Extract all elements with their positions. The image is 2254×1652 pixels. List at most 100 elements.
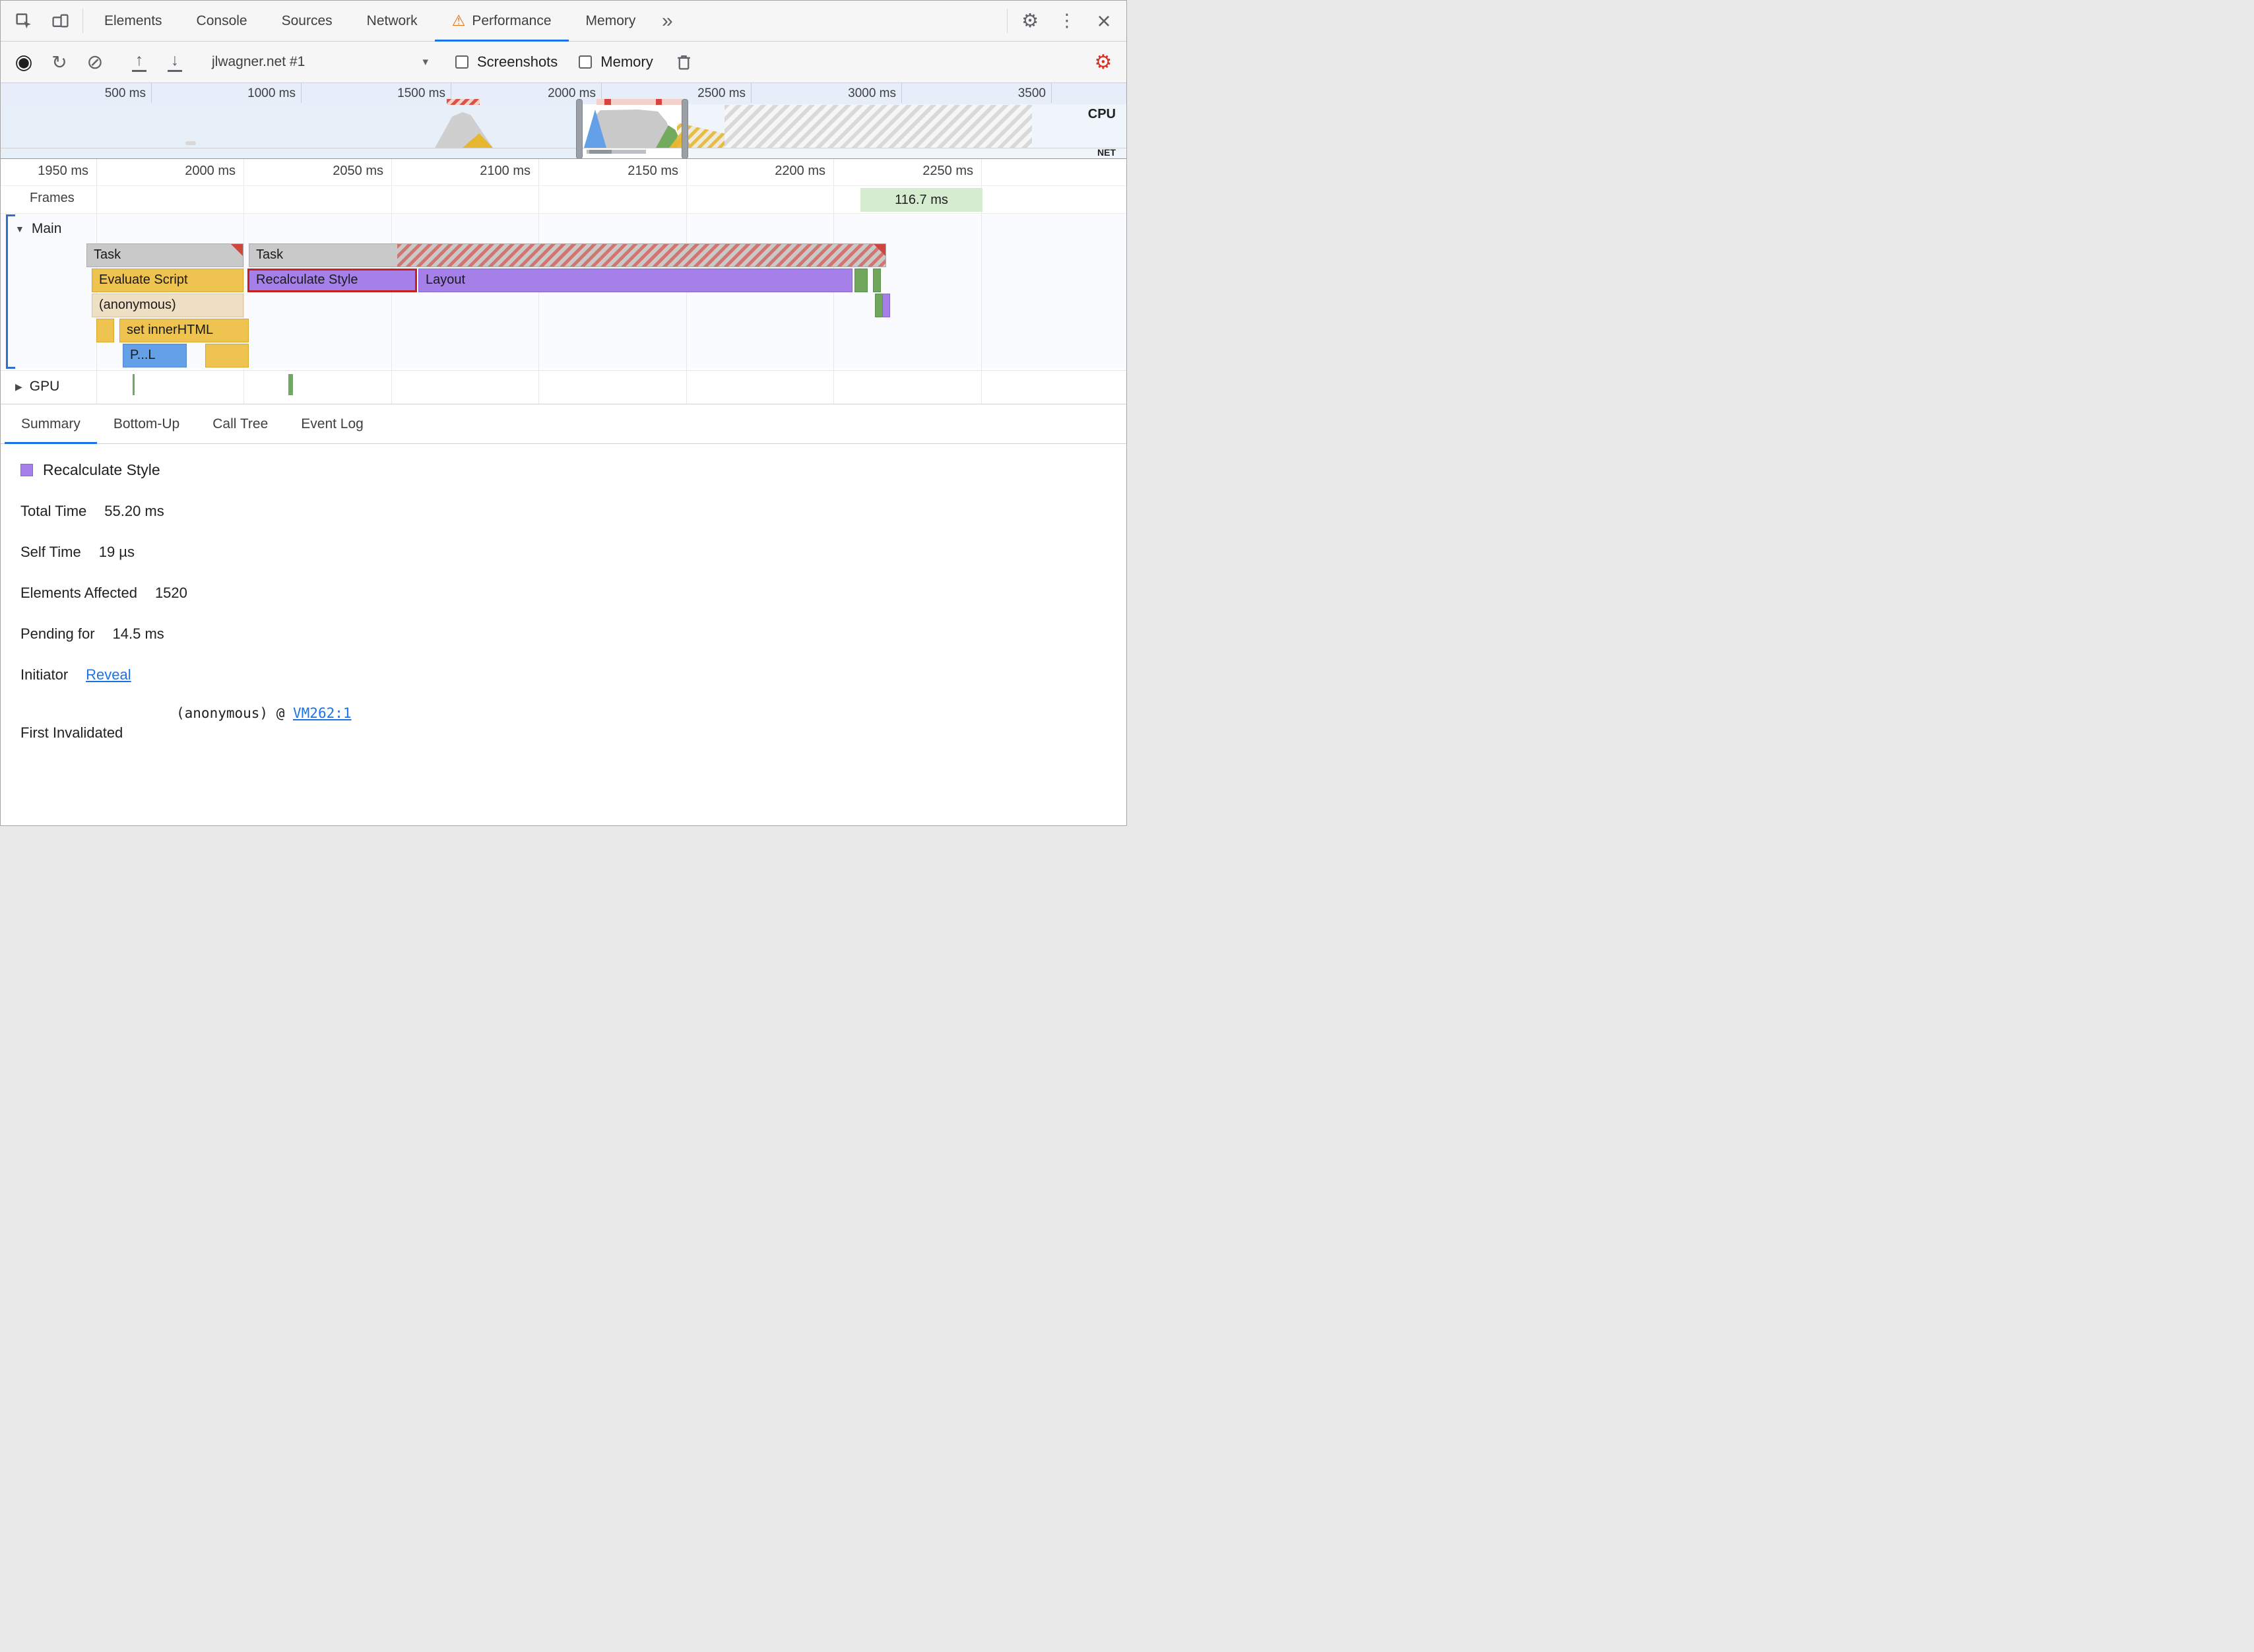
summary-row: Total Time 55.20 ms	[20, 503, 1126, 520]
timeline-ruler-label: 2100 ms	[480, 164, 531, 178]
memory-toggle[interactable]: Memory	[579, 53, 653, 71]
tab-network[interactable]: Network	[350, 1, 435, 41]
flame-bar[interactable]	[873, 269, 881, 292]
tab-event-log[interactable]: Event Log	[284, 404, 380, 443]
summary-row-label: Self Time	[20, 544, 81, 560]
timeline-ruler-label: 2050 ms	[333, 164, 383, 178]
summary-row-value: 14.5 ms	[112, 625, 164, 642]
chevron-down-icon: ▾	[422, 55, 428, 68]
overview-gridline	[751, 83, 752, 103]
clear-recording-icon[interactable]: ⊘	[77, 42, 113, 82]
flame-bar-label: Evaluate Script	[99, 272, 188, 287]
first-invalidated-source: (anonymous) @	[176, 705, 294, 721]
memory-checkbox[interactable]	[579, 55, 593, 69]
flame-chart[interactable]: Task Task Evaluate Script Recalculate Style…	[1, 243, 1126, 369]
overview-ruler-label: 3500	[1017, 86, 1046, 100]
devtools-tabbar: Elements Console Sources Network ⚠ Performanc…	[1, 1, 1126, 42]
capture-settings-icon[interactable]: ⚙	[1085, 42, 1121, 82]
gpu-track-canvas[interactable]	[1, 371, 1126, 404]
gpu-activity-mark	[288, 374, 293, 395]
summary-row: Pending for 14.5 ms	[20, 625, 1126, 643]
net-lane-label: NET	[1097, 147, 1116, 158]
tab-call-tree[interactable]: Call Tree	[196, 404, 284, 443]
flame-bar[interactable]: set innerHTML	[119, 319, 249, 342]
bottom-tabbar: Summary Bottom-Up Call Tree Event Log	[1, 404, 1126, 444]
timeline-ruler-label: 2000 ms	[185, 164, 236, 178]
flame-bar-label: set innerHTML	[127, 323, 214, 337]
more-tabs-icon[interactable]: »	[653, 1, 682, 41]
timeline-ruler-label: 1950 ms	[38, 164, 88, 178]
frame-duration-badge[interactable]: 116.7 ms	[860, 188, 982, 212]
cpu-activity-blip	[185, 141, 196, 145]
summary-row: Elements Affected 1520	[20, 585, 1126, 602]
screenshots-toggle[interactable]: Screenshots	[455, 53, 558, 71]
first-invalidated-link[interactable]: VM262:1	[293, 705, 352, 721]
close-icon[interactable]: ×	[1085, 1, 1122, 41]
flame-bar[interactable]	[205, 344, 249, 367]
save-profile-icon[interactable]: ↓	[157, 42, 193, 82]
flame-bar[interactable]	[854, 269, 868, 292]
reload-and-record-icon[interactable]: ↻	[42, 42, 77, 82]
summary-row-label: Elements Affected	[20, 585, 137, 601]
settings-gear-icon[interactable]: ⚙	[1012, 1, 1048, 41]
summary-row-link[interactable]: Reveal	[86, 666, 131, 683]
inspect-element-icon[interactable]	[5, 1, 42, 41]
first-invalidated-value: (anonymous) @ VM262:1	[176, 705, 1126, 721]
tab-label: Console	[196, 13, 247, 28]
overview-gridline	[301, 83, 302, 103]
tab-elements[interactable]: Elements	[87, 1, 179, 41]
summary-panel: Recalculate Style Total Time 55.20 ms Self…	[1, 444, 1126, 825]
flame-bar-label: Layout	[426, 272, 466, 287]
screenshots-checkbox[interactable]	[455, 55, 468, 69]
flame-bar[interactable]: Task	[86, 243, 243, 267]
tab-label: Memory	[585, 13, 636, 28]
flame-bar[interactable]: Task	[249, 243, 886, 267]
tab-bottom-up[interactable]: Bottom-Up	[97, 404, 196, 443]
tab-label: Sources	[281, 13, 333, 28]
flame-bar-label: Task	[94, 247, 121, 262]
first-invalidated-label: First Invalidated	[20, 724, 123, 741]
record-icon[interactable]: ◉	[6, 42, 42, 82]
flame-bar[interactable]	[96, 319, 114, 342]
overview-window-right-handle[interactable]	[682, 99, 688, 158]
overview-gridline	[1051, 83, 1052, 103]
tab-summary[interactable]: Summary	[5, 404, 97, 444]
flame-bar-label: Task	[256, 247, 284, 262]
overview-ruler-label: 1500 ms	[397, 86, 445, 100]
timeline-overview[interactable]: 500 ms 1000 ms 1500 ms 2000 ms 2500 ms 3000 m…	[1, 83, 1126, 159]
flame-bar[interactable]: Evaluate Script	[92, 269, 243, 292]
tab-label: Summary	[21, 416, 80, 431]
tab-label: Elements	[104, 13, 162, 28]
tab-performance[interactable]: ⚠ Performance	[434, 1, 569, 42]
long-task-corner	[231, 244, 243, 256]
main-track-label: Main	[31, 221, 62, 236]
overview-window-left-handle[interactable]	[576, 99, 583, 158]
load-profile-icon[interactable]: ↑	[121, 42, 157, 82]
summary-rows: Total Time 55.20 ms Self Time 19 µs Elements…	[20, 503, 1126, 683]
timeline-detail[interactable]: 1950 ms 2000 ms 2050 ms 2100 ms 2150 ms 2200 …	[1, 159, 1126, 404]
profile-select[interactable]: jlwagner.net #1 ▾	[201, 48, 439, 76]
net-activity-bar-dark	[589, 150, 612, 154]
flame-bar[interactable]: Recalculate Style	[247, 269, 417, 292]
flame-bar[interactable]: (anonymous)	[92, 294, 243, 317]
frames-track-label: Frames	[30, 191, 75, 205]
performance-toolbar: ◉ ↻ ⊘ ↑ ↓ jlwagner.net #1 ▾ Screenshots …	[1, 42, 1126, 83]
more-options-icon[interactable]: ⋮	[1048, 1, 1085, 41]
flame-bar[interactable]	[882, 294, 890, 317]
tab-sources[interactable]: Sources	[265, 1, 350, 41]
flame-bar[interactable]: Layout	[418, 269, 853, 292]
overview-ruler-label: 3000 ms	[848, 86, 896, 100]
main-track-toggle[interactable]: ▼ Main	[15, 221, 61, 237]
device-toolbar-icon[interactable]	[42, 1, 79, 41]
tab-label: Bottom-Up	[113, 416, 180, 431]
summary-row-value: 55.20 ms	[104, 503, 164, 519]
flame-bar[interactable]: P...L	[123, 344, 187, 367]
gpu-activity-mark	[133, 374, 135, 395]
legend-swatch	[20, 464, 33, 476]
tab-label: Performance	[472, 13, 552, 28]
warning-icon: ⚠	[451, 12, 466, 29]
delete-recording-icon[interactable]	[666, 42, 702, 82]
overview-gridline	[901, 83, 902, 103]
tab-console[interactable]: Console	[179, 1, 265, 41]
tab-memory[interactable]: Memory	[569, 1, 653, 41]
